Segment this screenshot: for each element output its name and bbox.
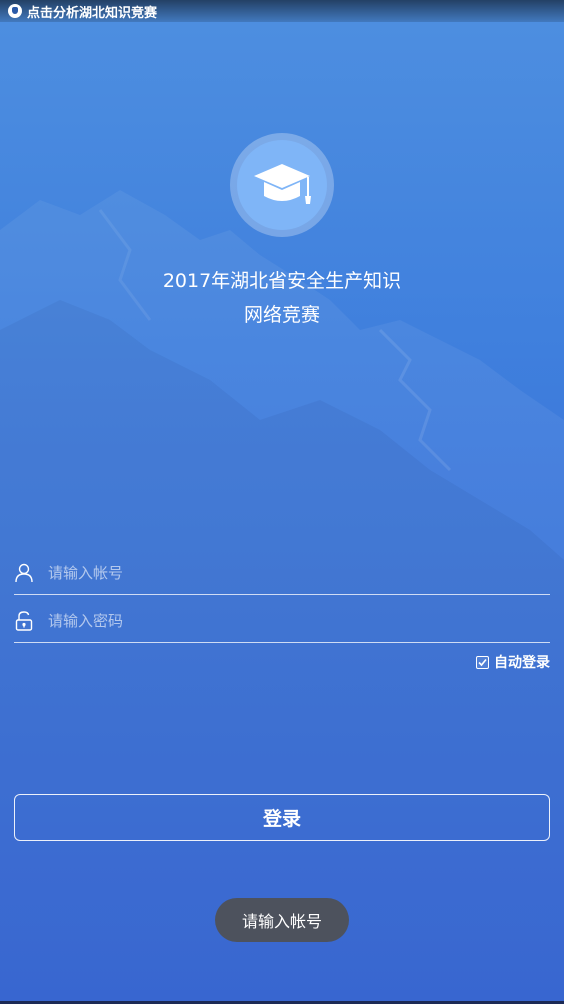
password-input[interactable] [48,600,550,641]
auto-login-option[interactable]: 自动登录 [476,652,550,672]
page-subtitle: 网络竞赛 [243,304,320,326]
username-input[interactable] [48,552,550,593]
toast-message: 请输入帐号 [215,898,349,942]
app-logo [230,133,334,237]
status-bar: 点击分析湖北知识竞赛 [0,0,564,22]
graduation-cap-icon [254,164,311,204]
notification-text[interactable]: 点击分析湖北知识竞赛 [27,2,157,21]
auto-login-label: 自动登录 [494,655,550,671]
lock-icon [14,610,34,632]
auto-login-checkbox[interactable] [476,655,489,669]
login-button[interactable]: 登录 [14,794,550,841]
page-title: 2017年湖北省安全生产知识 [162,270,402,292]
check-icon [478,658,487,666]
user-icon [14,562,34,584]
shield-icon [8,4,22,18]
password-field [14,599,550,643]
username-field [14,551,550,595]
